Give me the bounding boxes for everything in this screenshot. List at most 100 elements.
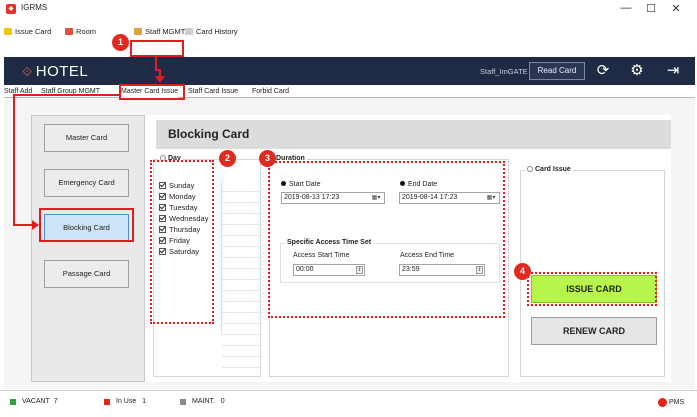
tab-staff-card-issue[interactable]: Staff Card Issue (188, 88, 238, 98)
blocking-card-button[interactable]: Blocking Card (44, 214, 129, 242)
status-maint: MAINT. 0 (180, 398, 225, 405)
pms-dot-icon (658, 398, 667, 407)
annotation-number-1: 1 (112, 34, 129, 51)
start-date-label-text: Start Date (289, 181, 321, 188)
grid-line (222, 334, 262, 335)
day-thursday[interactable]: Thursday (159, 224, 208, 235)
day-group-title-text: Day (168, 155, 181, 162)
menu-staff-mgmt-label: Staff MGMT (145, 26, 186, 36)
checkbox-sunday[interactable] (159, 182, 166, 189)
start-date-value: 2019-08-13 17:23 (284, 194, 340, 201)
close-button[interactable]: ✕ (669, 2, 683, 15)
menu-card-history[interactable]: Card History (185, 25, 238, 37)
maint-label: MAINT. (192, 398, 215, 405)
day-tuesday[interactable]: Tuesday (159, 202, 208, 213)
logo-text: HOTEL (35, 63, 89, 80)
day-wednesday[interactable]: Wednesday (159, 213, 208, 224)
tab-staff-add[interactable]: Staff Add (4, 88, 32, 98)
gear-icon[interactable]: ⚙ (628, 62, 646, 80)
master-card-button[interactable]: Master Card (44, 124, 129, 152)
card-icon (4, 27, 12, 35)
access-end-field[interactable]: 23:59 ⇕ (399, 264, 485, 276)
read-card-button[interactable]: Read Card (529, 62, 585, 80)
passage-card-button[interactable]: Passage Card (44, 260, 129, 288)
grid-line (222, 268, 262, 269)
spinner-icon[interactable]: ⇕ (356, 266, 363, 274)
grid-line (222, 279, 262, 280)
title-bar: ◆ IGRMS — ☐ ✕ (0, 0, 697, 24)
duration-group: Duration Start Date 2019-08-13 17:23 ▦▾ … (269, 155, 509, 377)
window-title: IGRMS (21, 3, 48, 12)
grid-line (222, 367, 262, 368)
annotation-arrow-icon (32, 220, 39, 230)
menu-issue-card-label: Issue Card (15, 26, 52, 36)
checkbox-tuesday[interactable] (159, 204, 166, 211)
day-label: Sunday (169, 181, 195, 190)
tab-forbid-card[interactable]: Forbid Card (252, 88, 289, 98)
day-saturday[interactable]: Saturday (159, 246, 208, 257)
renew-card-button[interactable]: RENEW CARD (531, 317, 657, 345)
end-date-value: 2019-08-14 17:23 (402, 194, 458, 201)
start-date-label: Start Date (281, 181, 321, 188)
logout-icon[interactable]: ⇥ (664, 62, 682, 80)
card-issue-icon (527, 166, 533, 172)
tab-bar: Staff Add Staff Group MGMT Master Card I… (4, 86, 695, 98)
annotation-arrow-icon (155, 76, 165, 83)
menu-issue-card[interactable]: Issue Card (4, 25, 51, 37)
grid-line (222, 356, 262, 357)
day-friday[interactable]: Friday (159, 235, 208, 246)
specific-time-group: Specific Access Time Set (280, 239, 500, 283)
checkbox-friday[interactable] (159, 237, 166, 244)
day-label: Wednesday (169, 214, 209, 223)
hotel-logo: ⟐ HOTEL (22, 63, 88, 80)
page-title: Blocking Card (156, 120, 671, 149)
checkbox-thursday[interactable] (159, 226, 166, 233)
day-monday[interactable]: Monday (159, 191, 208, 202)
maint-count: 0 (220, 398, 225, 405)
checkbox-saturday[interactable] (159, 248, 166, 255)
spinner-icon[interactable]: ⇕ (476, 266, 483, 274)
access-start-field[interactable]: 00:00 ⇕ (293, 264, 365, 276)
menu-room[interactable]: Room (65, 25, 96, 37)
day-label: Friday (169, 236, 190, 245)
minimize-button[interactable]: — (619, 2, 633, 14)
bullet-icon (400, 181, 405, 186)
maint-square-icon (180, 398, 186, 405)
pms-label: PMS (669, 399, 685, 406)
day-label: Thursday (169, 225, 201, 234)
start-date-field[interactable]: 2019-08-13 17:23 ▦▾ (281, 192, 385, 204)
issue-card-button[interactable]: ISSUE CARD (531, 275, 657, 303)
refresh-icon[interactable]: ⟳ (594, 62, 612, 80)
day-group-title: Day (158, 155, 183, 162)
card-type-panel: Master Card Emergency Card Blocking Card… (31, 115, 145, 382)
vacant-label: VACANT (22, 398, 50, 405)
grid-line (222, 345, 262, 346)
tab-master-card-issue[interactable]: Master Card Issue (121, 88, 179, 98)
app-header: ⟐ HOTEL Staff_ImGATE Read Card ⟳ ⚙ ⇥ (4, 57, 695, 85)
content-area: Master Card Emergency Card Blocking Card… (4, 98, 695, 389)
staff-icon (134, 27, 142, 35)
checkbox-monday[interactable] (159, 193, 166, 200)
emergency-card-button[interactable]: Emergency Card (44, 169, 129, 197)
day-sunday[interactable]: Sunday (159, 180, 208, 191)
duration-title: Duration (274, 155, 307, 162)
checkbox-wednesday[interactable] (159, 215, 166, 222)
history-icon (185, 27, 193, 35)
day-label: Tuesday (169, 203, 198, 212)
calendar-dropdown-icon[interactable]: ▦▾ (484, 194, 498, 202)
vacant-square-icon (10, 398, 16, 405)
logo-mark-icon: ⟐ (22, 64, 33, 79)
maximize-button[interactable]: ☐ (644, 2, 658, 15)
card-issue-title: Card Issue (525, 166, 573, 173)
menu-staff-mgmt[interactable]: Staff MGMT (134, 25, 185, 37)
end-date-field[interactable]: 2019-08-14 17:23 ▦▾ (399, 192, 500, 204)
calendar-dropdown-icon[interactable]: ▦▾ (369, 194, 383, 202)
tab-staff-group-mgmt[interactable]: Staff Group MGMT (41, 88, 100, 98)
bullet-icon (281, 181, 286, 186)
access-end-value: 23:59 (402, 266, 420, 273)
grid-line (222, 224, 262, 225)
end-date-label-text: End Date (408, 181, 438, 188)
card-issue-title-text: Card Issue (535, 166, 571, 173)
menu-room-label: Room (76, 26, 97, 36)
vacant-count: 7 (53, 398, 58, 405)
